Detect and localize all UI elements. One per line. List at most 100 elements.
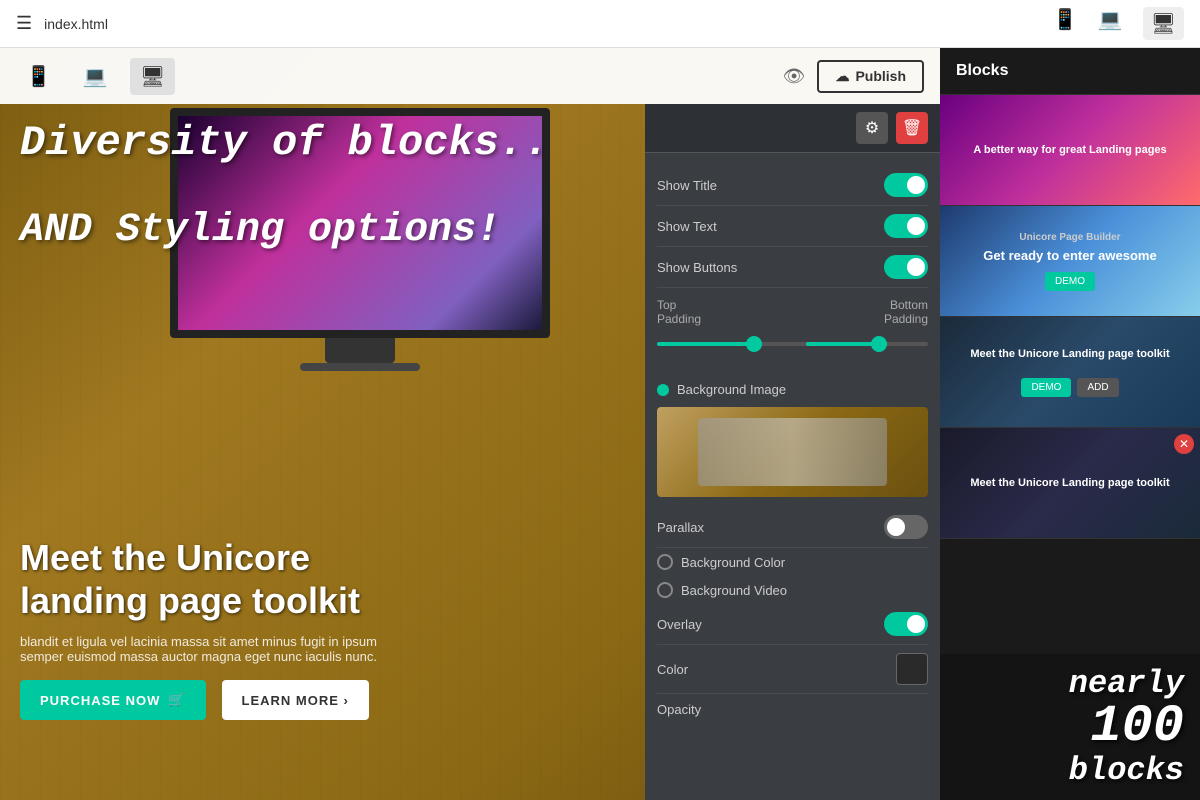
overlay-toggle[interactable] bbox=[884, 612, 928, 636]
block-4-text: Meet the Unicore Landing page toolkit bbox=[970, 476, 1169, 490]
bg-preview-inner bbox=[698, 418, 888, 486]
blocks-header: Blocks bbox=[940, 48, 1200, 95]
blocks-panel: Blocks A better way for great Landing pa… bbox=[940, 48, 1200, 800]
gear-icon: ⚙ bbox=[865, 118, 879, 138]
block-1-bg: A better way for great Landing pages bbox=[940, 95, 1200, 205]
gear-button[interactable]: ⚙ bbox=[856, 112, 888, 144]
block-3-overlay: Meet the Unicore Landing page toolkit DE… bbox=[940, 317, 1200, 427]
trash-button[interactable]: 🗑 bbox=[896, 112, 928, 144]
inner-mobile-icon[interactable]: 📱 bbox=[16, 58, 61, 95]
upload-icon: ☁ bbox=[835, 68, 849, 85]
settings-header: ⚙ 🗑 bbox=[645, 104, 940, 153]
bg-color-option[interactable]: Background Color bbox=[657, 548, 928, 576]
bg-video-label: Background Video bbox=[681, 583, 787, 598]
block-item-2[interactable]: Unicore Page Builder Get ready to enter … bbox=[940, 206, 1200, 317]
parallax-label: Parallax bbox=[657, 520, 704, 535]
purchase-label: PURCHASE NOW bbox=[40, 693, 160, 708]
slider-thumb-left[interactable] bbox=[746, 336, 762, 352]
show-text-toggle[interactable] bbox=[884, 214, 928, 238]
hero-buttons: PURCHASE NOW 🛒 LEARN MORE › bbox=[20, 680, 640, 720]
file-name: index.html bbox=[44, 16, 1053, 32]
purchase-button[interactable]: PURCHASE NOW 🛒 bbox=[20, 680, 206, 720]
slider-thumb-right[interactable] bbox=[871, 336, 887, 352]
padding-slider[interactable] bbox=[657, 334, 928, 354]
block-2-demo-btn[interactable]: DEMO bbox=[1045, 272, 1095, 291]
color-label: Color bbox=[657, 662, 688, 677]
publish-button[interactable]: ☁ Publish bbox=[817, 60, 924, 93]
slider-fill-right bbox=[806, 342, 874, 346]
trash-icon: 🗑 bbox=[902, 118, 922, 138]
eye-icon[interactable]: 👁 bbox=[783, 66, 806, 87]
bg-image-dot bbox=[657, 384, 669, 396]
blocks-list: A better way for great Landing pages Uni… bbox=[940, 95, 1200, 654]
show-buttons-row: Show Buttons bbox=[657, 247, 928, 288]
imac-mockup bbox=[60, 108, 660, 371]
promo-blocks: blocks bbox=[956, 753, 1184, 788]
bg-color-radio[interactable] bbox=[657, 554, 673, 570]
opacity-row: Opacity bbox=[657, 694, 928, 725]
bg-video-option[interactable]: Background Video bbox=[657, 576, 928, 604]
block-2-overlay: Unicore Page Builder Get ready to enter … bbox=[940, 206, 1200, 316]
bg-image-preview[interactable] bbox=[657, 407, 928, 497]
hero-subtitle: blandit et ligula vel lacinia massa sit … bbox=[20, 634, 420, 664]
promo-nearly: nearly bbox=[956, 666, 1184, 701]
block-1-text: A better way for great Landing pages bbox=[973, 143, 1166, 157]
inner-desktop-icon[interactable]: 🖥 bbox=[130, 58, 175, 95]
show-title-row: Show Title bbox=[657, 165, 928, 206]
show-text-label: Show Text bbox=[657, 219, 717, 234]
padding-labels: Top Padding Bottom Padding bbox=[657, 298, 928, 326]
top-mobile-icon[interactable]: 📱 bbox=[1053, 7, 1078, 40]
block-item-1[interactable]: A better way for great Landing pages bbox=[940, 95, 1200, 206]
bg-image-header: Background Image bbox=[657, 382, 928, 397]
inner-device-icons: 📱 💻 🖥 bbox=[16, 58, 175, 95]
color-row: Color bbox=[657, 645, 928, 694]
hero-title-line2: landing page toolkit bbox=[20, 580, 360, 621]
main-layout: 📱 💻 🖥 👁 ☁ Publish Diversity of blocks.. … bbox=[0, 48, 1200, 800]
cart-icon: 🛒 bbox=[168, 692, 185, 708]
bottom-padding-label: Bottom Padding bbox=[884, 298, 928, 326]
overlay-label: Overlay bbox=[657, 617, 702, 632]
show-title-label: Show Title bbox=[657, 178, 717, 193]
block-3-add-btn[interactable]: ADD bbox=[1077, 378, 1118, 397]
bg-video-radio[interactable] bbox=[657, 582, 673, 598]
settings-content: Show Title Show Text Show Buttons Top Pa… bbox=[645, 153, 940, 737]
block-4-overlay: Meet the Unicore Landing page toolkit bbox=[940, 428, 1200, 538]
settings-panel: ⚙ 🗑 Show Title Show Text Show Buttons bbox=[645, 104, 940, 800]
top-padding-label: Top Padding bbox=[657, 298, 701, 326]
inner-tablet-icon[interactable]: 💻 bbox=[73, 58, 118, 95]
block-4-bg: Meet the Unicore Landing page toolkit bbox=[940, 428, 1200, 538]
publish-label: Publish bbox=[855, 68, 906, 84]
promo-100: 100 bbox=[956, 701, 1184, 753]
opacity-label: Opacity bbox=[657, 702, 701, 717]
block-item-3[interactable]: Meet the Unicore Landing page toolkit DE… bbox=[940, 317, 1200, 428]
bg-image-label: Background Image bbox=[677, 382, 786, 397]
block-2-text: Get ready to enter awesome bbox=[983, 248, 1156, 265]
top-bar: ☰ index.html 📱 💻 🖥 bbox=[0, 0, 1200, 48]
block-3-demo-btn[interactable]: DEMO bbox=[1021, 378, 1071, 397]
learn-more-label: LEARN MORE bbox=[242, 693, 339, 708]
imac-stand bbox=[325, 338, 395, 363]
learn-more-button[interactable]: LEARN MORE › bbox=[222, 680, 369, 720]
parallax-row: Parallax bbox=[657, 507, 928, 548]
show-buttons-toggle[interactable] bbox=[884, 255, 928, 279]
color-swatch[interactable] bbox=[896, 653, 928, 685]
parallax-toggle[interactable] bbox=[884, 515, 928, 539]
padding-section: Top Padding Bottom Padding bbox=[657, 288, 928, 372]
block-2-bg: Unicore Page Builder Get ready to enter … bbox=[940, 206, 1200, 316]
top-desktop-icon[interactable]: 🖥 bbox=[1143, 7, 1184, 40]
bg-image-section: Background Image bbox=[657, 372, 928, 507]
imac-base bbox=[300, 363, 420, 371]
top-device-icons: 📱 💻 🖥 bbox=[1053, 7, 1184, 40]
menu-icon[interactable]: ☰ bbox=[16, 13, 32, 34]
show-title-toggle[interactable] bbox=[884, 173, 928, 197]
block-item-4[interactable]: Meet the Unicore Landing page toolkit ✕ bbox=[940, 428, 1200, 539]
overlay-row: Overlay bbox=[657, 604, 928, 645]
close-badge[interactable]: ✕ bbox=[1174, 434, 1194, 454]
block-2-subtitle: Unicore Page Builder bbox=[1019, 231, 1120, 244]
block-1-overlay: A better way for great Landing pages bbox=[940, 95, 1200, 205]
hero-title: Meet the Unicore landing page toolkit bbox=[20, 536, 640, 622]
block-3-text: Meet the Unicore Landing page toolkit bbox=[970, 347, 1169, 361]
imac-screen bbox=[170, 108, 550, 338]
top-tablet-icon[interactable]: 💻 bbox=[1098, 7, 1123, 40]
arrow-icon: › bbox=[344, 693, 349, 708]
